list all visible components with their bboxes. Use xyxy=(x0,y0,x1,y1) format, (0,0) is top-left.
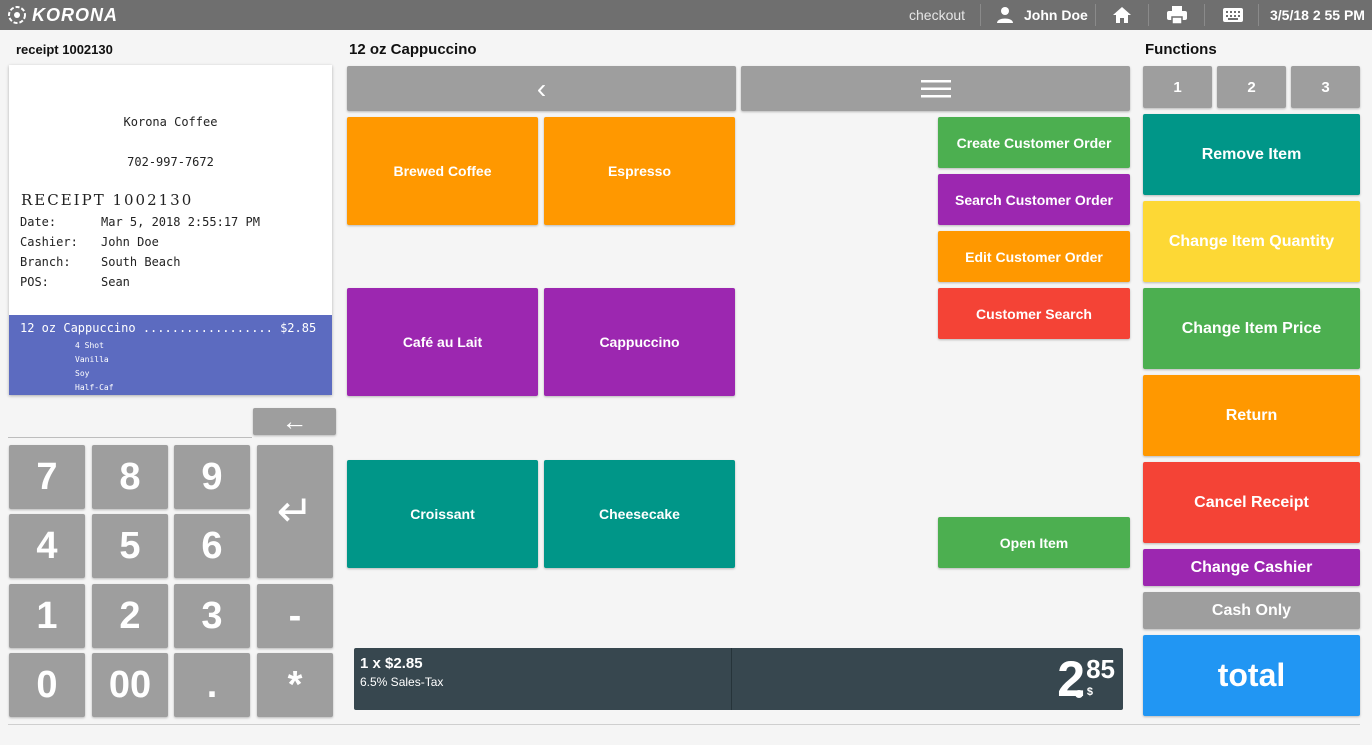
change-item-price-button[interactable]: Change Item Price xyxy=(1143,288,1360,369)
back-button[interactable]: ‹ xyxy=(347,66,736,111)
enter-icon: ↵ xyxy=(276,487,314,536)
product-brewed-coffee[interactable]: Brewed Coffee xyxy=(347,117,538,225)
amount-whole: 2 xyxy=(1057,651,1085,707)
key-0[interactable]: 0 xyxy=(9,653,85,717)
logo-text: KORONA xyxy=(32,4,118,25)
receipt-heading: receipt 1002130 xyxy=(16,42,113,57)
sales-tax-label: 6.5% Sales-Tax xyxy=(360,675,444,689)
receipt-selected-line[interactable]: 12 oz Cappuccino .................. $2.8… xyxy=(9,315,332,395)
cash-only-button[interactable]: Cash Only xyxy=(1143,592,1360,629)
amount-cents: 85 xyxy=(1086,654,1115,684)
key-4[interactable]: 4 xyxy=(9,514,85,578)
bottom-divider xyxy=(8,724,1360,725)
print-button[interactable] xyxy=(1166,0,1188,30)
keyboard-button[interactable] xyxy=(1222,0,1244,30)
key-7[interactable]: 7 xyxy=(9,445,85,509)
product-croissant[interactable]: Croissant xyxy=(347,460,538,568)
logo-icon xyxy=(8,6,26,24)
home-button[interactable] xyxy=(1112,0,1132,30)
key-5[interactable]: 5 xyxy=(92,514,168,578)
receipt-field-pos: POS: Sean xyxy=(20,275,130,289)
product-cheesecake[interactable]: Cheesecake xyxy=(544,460,735,568)
create-customer-order-button[interactable]: Create Customer Order xyxy=(938,117,1130,168)
enter-button[interactable]: ↵ xyxy=(257,445,333,578)
remove-item-button[interactable]: Remove Item xyxy=(1143,114,1360,195)
edit-customer-order-button[interactable]: Edit Customer Order xyxy=(938,231,1130,282)
change-item-quantity-button[interactable]: Change Item Quantity xyxy=(1143,201,1360,282)
key-decimal[interactable]: . xyxy=(174,653,250,717)
order-summary-bar: 1 x $2.85 6.5% Sales-Tax 2 85 $ xyxy=(354,648,1123,710)
open-item-button[interactable]: Open Item xyxy=(938,517,1130,568)
printer-icon xyxy=(1167,6,1187,25)
key-6[interactable]: 6 xyxy=(174,514,250,578)
mode-label: checkout xyxy=(909,7,966,23)
quantity-price: 1 x $2.85 xyxy=(360,655,423,672)
store-name: Korona Coffee xyxy=(123,115,218,129)
key-00[interactable]: 00 xyxy=(92,653,168,717)
currency-symbol: $ xyxy=(1086,686,1093,698)
receipt-title: RECEIPT 1002130 xyxy=(21,191,194,209)
modifier-item: 4 Shot xyxy=(75,341,104,350)
key-1[interactable]: 1 xyxy=(9,584,85,648)
key-minus[interactable]: - xyxy=(257,584,333,648)
key-8[interactable]: 8 xyxy=(92,445,168,509)
customer-search-button[interactable]: Customer Search xyxy=(938,288,1130,339)
backspace-icon: ← xyxy=(281,406,308,436)
search-customer-order-button[interactable]: Search Customer Order xyxy=(938,174,1130,225)
receipt-line-item: 12 oz Cappuccino .................. $2.8… xyxy=(20,321,317,335)
receipt-field-date: Date: Mar 5, 2018 2:55:17 PM xyxy=(20,215,260,229)
modifier-item: Soy xyxy=(75,369,90,378)
receipt-preview[interactable]: Korona Coffee 702-997-7672 RECEIPT 10021… xyxy=(9,65,332,395)
functions-heading: Functions xyxy=(1145,41,1217,58)
function-page-3[interactable]: 3 xyxy=(1291,66,1360,108)
key-9[interactable]: 9 xyxy=(174,445,250,509)
return-button[interactable]: Return xyxy=(1143,375,1360,456)
function-page-2[interactable]: 2 xyxy=(1217,66,1286,108)
amount-decimal-dot xyxy=(1075,690,1083,698)
key-3[interactable]: 3 xyxy=(174,584,250,648)
change-cashier-button[interactable]: Change Cashier xyxy=(1143,549,1360,586)
product-espresso[interactable]: Espresso xyxy=(544,117,735,225)
key-multiply[interactable]: * xyxy=(257,653,333,717)
receipt-field-branch: Branch: South Beach xyxy=(20,255,181,269)
total-button[interactable]: total xyxy=(1143,635,1360,716)
key-2[interactable]: 2 xyxy=(92,584,168,648)
user-menu[interactable]: John Doe xyxy=(996,0,1088,30)
backspace-button[interactable]: ← xyxy=(253,406,336,436)
hamburger-icon xyxy=(920,79,951,97)
keypad-divider xyxy=(8,437,252,438)
korona-logo: KORONA xyxy=(6,4,118,26)
menu-button[interactable] xyxy=(741,66,1130,111)
modifier-item: Vanilla xyxy=(75,355,109,364)
cancel-receipt-button[interactable]: Cancel Receipt xyxy=(1143,462,1360,543)
top-bar: KORONA checkout John Doe 3/5/18 2 55 PM xyxy=(0,0,1372,30)
product-cafe-au-lait[interactable]: Café au Lait xyxy=(347,288,538,396)
function-page-1[interactable]: 1 xyxy=(1143,66,1212,108)
datetime: 3/5/18 2 55 PM xyxy=(1270,7,1365,23)
store-phone: 702-997-7672 xyxy=(127,155,214,169)
home-icon xyxy=(1113,7,1131,23)
product-cappuccino[interactable]: Cappuccino xyxy=(544,288,735,396)
keyboard-icon xyxy=(1223,8,1243,22)
modifier-item: Half-Caf xyxy=(75,383,114,392)
product-panel-heading: 12 oz Cappuccino xyxy=(349,41,477,58)
user-icon xyxy=(997,7,1013,23)
chevron-left-icon: ‹ xyxy=(536,72,547,104)
receipt-field-cashier: Cashier: John Doe xyxy=(20,235,159,249)
user-name: John Doe xyxy=(1024,7,1088,23)
